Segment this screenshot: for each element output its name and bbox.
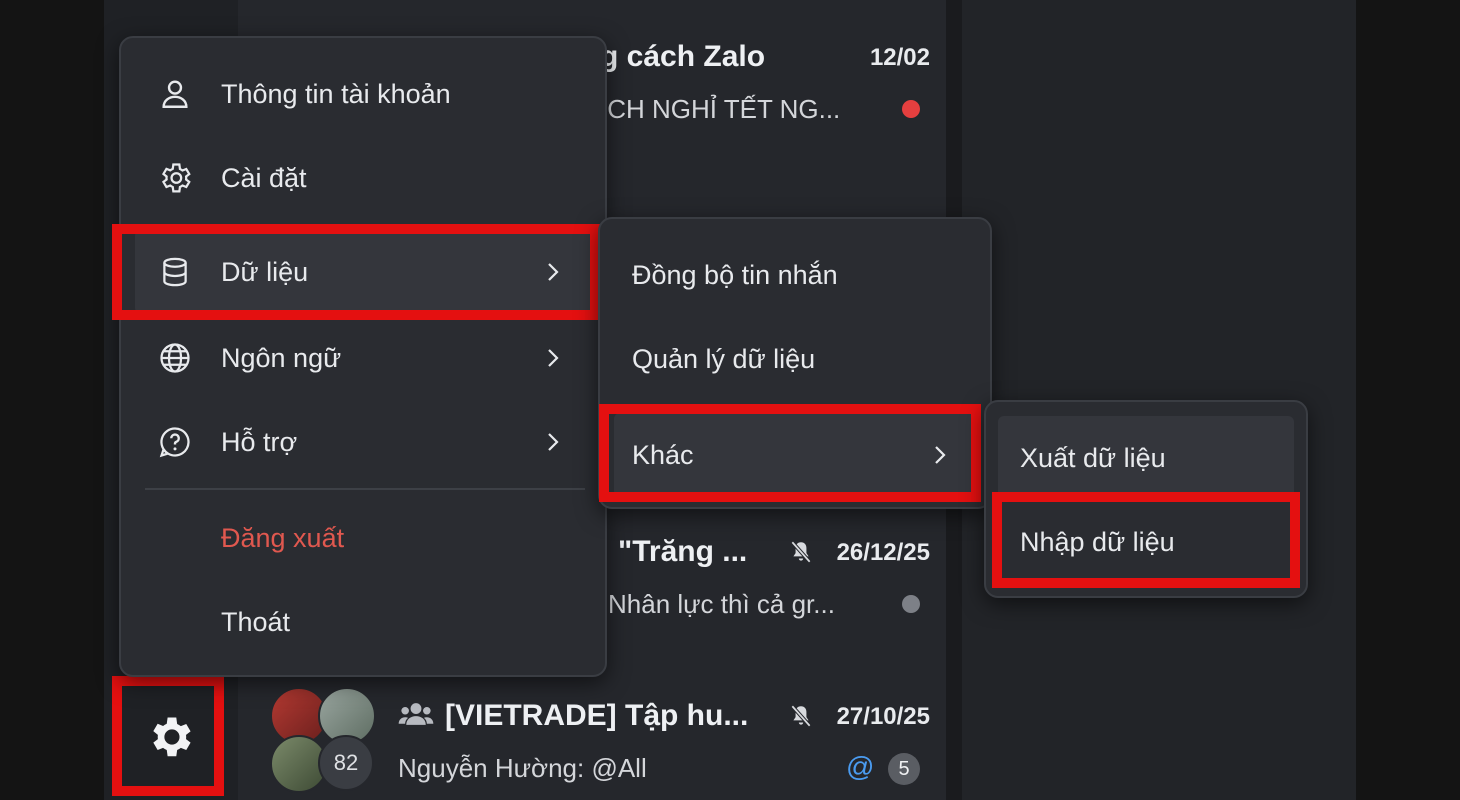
menu-item-label: Đăng xuất xyxy=(221,522,345,553)
menu-item-label: Thông tin tài khoản xyxy=(221,78,451,109)
unread-dot xyxy=(902,100,920,118)
menu-item-label: Cài đặt xyxy=(221,162,307,193)
group-icon xyxy=(398,703,434,725)
conversation-date: 27/10/25 xyxy=(836,703,930,730)
unread-badge: 5 xyxy=(888,753,920,785)
menu-item-account-info[interactable]: Thông tin tài khoản xyxy=(121,52,605,136)
conversation-date: 12/02 xyxy=(869,44,930,71)
chevron-right-icon xyxy=(548,263,559,281)
user-icon xyxy=(157,76,193,112)
menu-item-label: Nhập dữ liệu xyxy=(1020,526,1175,557)
menu-item-language[interactable]: Ngôn ngữ xyxy=(121,316,605,400)
menu-item-sync-messages[interactable]: Đồng bộ tin nhắn xyxy=(600,233,990,317)
muted-unread-dot xyxy=(902,595,920,613)
menu-item-settings[interactable]: Cài đặt xyxy=(121,136,605,220)
menu-item-export-data[interactable]: Xuất dữ liệu xyxy=(998,416,1294,500)
menu-item-label: Đồng bộ tin nhắn xyxy=(632,259,838,290)
group-member-count: 82 xyxy=(318,735,374,791)
gear-icon xyxy=(153,717,191,757)
conversation-title: [VIETRADE] Tập hu... xyxy=(445,699,749,732)
data-submenu: Đồng bộ tin nhắn Quản lý dữ liệu Khác xyxy=(598,217,992,509)
menu-item-label: Hỗ trợ xyxy=(221,426,298,457)
menu-item-exit[interactable]: Thoát xyxy=(121,580,605,664)
gear-icon xyxy=(157,160,193,196)
menu-item-logout[interactable]: Đăng xuất xyxy=(121,496,605,580)
chevron-right-icon xyxy=(548,349,559,367)
conversation-date: 26/12/25 xyxy=(836,539,930,566)
conversation-preview: Nguyễn Hường: @All xyxy=(398,753,647,783)
menu-item-manage-data[interactable]: Quản lý dữ liệu xyxy=(600,317,990,401)
settings-button[interactable] xyxy=(122,688,218,786)
menu-separator xyxy=(145,488,585,490)
conversation-item[interactable]: 82 [VIETRADE] Tập hu... 27/10/25 Nguyễn … xyxy=(260,685,940,795)
menu-item-label: Xuất dữ liệu xyxy=(1020,442,1166,473)
menu-item-data[interactable]: Dữ liệu xyxy=(135,230,591,314)
conversation-title: "Trăng ... xyxy=(618,535,748,568)
other-submenu: Xuất dữ liệu Nhập dữ liệu xyxy=(984,400,1308,598)
menu-item-other[interactable]: Khác xyxy=(614,413,976,497)
help-icon xyxy=(157,424,193,460)
member-count-text: 82 xyxy=(333,750,359,775)
globe-icon xyxy=(157,340,193,376)
menu-item-support[interactable]: Hỗ trợ xyxy=(121,400,605,484)
conversation-preview: ỊCH NGHỈ TẾT NG... xyxy=(600,94,841,124)
database-icon xyxy=(157,254,193,290)
window-edge xyxy=(1356,0,1460,800)
settings-menu: Thông tin tài khoản Cài đặt Dữ liệu Ngôn… xyxy=(119,36,607,677)
muted-bell-icon xyxy=(790,540,812,564)
menu-item-label: Thoát xyxy=(221,606,291,637)
chevron-right-icon xyxy=(548,433,559,451)
menu-item-label: Dữ liệu xyxy=(221,256,309,287)
conversation-title: g cách Zalo xyxy=(600,40,766,73)
menu-item-label: Ngôn ngữ xyxy=(221,342,342,373)
menu-item-label: Quản lý dữ liệu xyxy=(632,343,816,374)
chevron-right-icon xyxy=(935,446,946,464)
muted-bell-icon xyxy=(790,704,812,728)
conversation-preview: Nhân lực thì cả gr... xyxy=(608,589,835,619)
menu-item-label: Khác xyxy=(632,439,694,470)
menu-item-import-data[interactable]: Nhập dữ liệu xyxy=(986,500,1306,584)
mention-icon: @ xyxy=(846,751,875,782)
